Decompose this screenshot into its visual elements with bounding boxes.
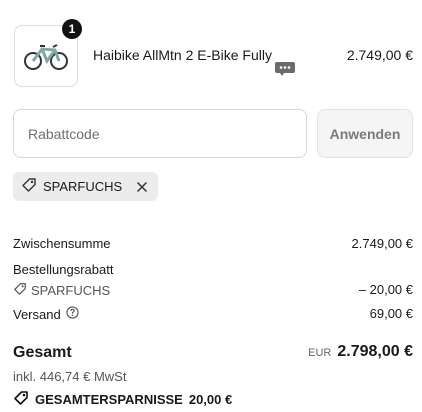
tag-icon [13,390,29,409]
order-discount-label-row: Bestellungsrabatt [13,262,413,277]
order-discount-row: SPARFUCHS – 20,00 € [13,282,413,299]
chat-bubble-icon[interactable] [274,61,296,82]
quantity-badge: 1 [62,19,82,39]
apply-discount-button[interactable]: Anwenden [317,109,413,158]
total-label: Gesamt [13,344,72,361]
product-price: 2.749,00 € [346,47,413,63]
help-circle-icon[interactable] [66,306,79,322]
order-discount-code-group: SPARFUCHS [13,282,110,299]
subtotal-row: Zwischensumme 2.749,00 € [13,236,413,251]
shipping-value: 69,00 € [369,306,413,321]
total-amount: EUR 2.798,00 € [308,343,413,361]
total-value: 2.798,00 € [337,343,413,360]
applied-discount-chip: SPARFUCHS [13,172,159,201]
discount-code-form: Anwenden [13,109,413,158]
discount-code-input[interactable] [13,109,307,158]
order-discount-label: Bestellungsrabatt [13,262,114,277]
total-savings: GESAMTERSPARNISSE 20,00 € [13,390,232,409]
tag-icon [13,282,27,299]
remove-discount-icon[interactable] [136,181,148,193]
shipping-label: Versand [13,306,61,322]
tax-note: inkl. 446,74 € MwSt [13,369,127,384]
savings-label: GESAMTERSPARNISSE [35,392,183,407]
order-discount-code: SPARFUCHS [31,283,111,298]
bike-image [24,44,68,70]
shipping-label-group: Versand [13,306,79,322]
tag-icon [21,177,37,196]
currency-code: EUR [308,347,332,359]
product-name: Haibike AllMtn 2 E-Bike Fully [93,47,272,63]
shipping-row: Versand 69,00 € [13,306,413,322]
subtotal-value: 2.749,00 € [351,236,413,251]
applied-discount-code: SPARFUCHS [43,179,123,194]
order-discount-value: – 20,00 € [358,282,413,297]
cart-line-item: 1 Haibike AllMtn 2 E-Bike Fully 2.749,00… [14,19,413,87]
savings-value: 20,00 € [188,392,233,407]
subtotal-label: Zwischensumme [13,236,111,251]
